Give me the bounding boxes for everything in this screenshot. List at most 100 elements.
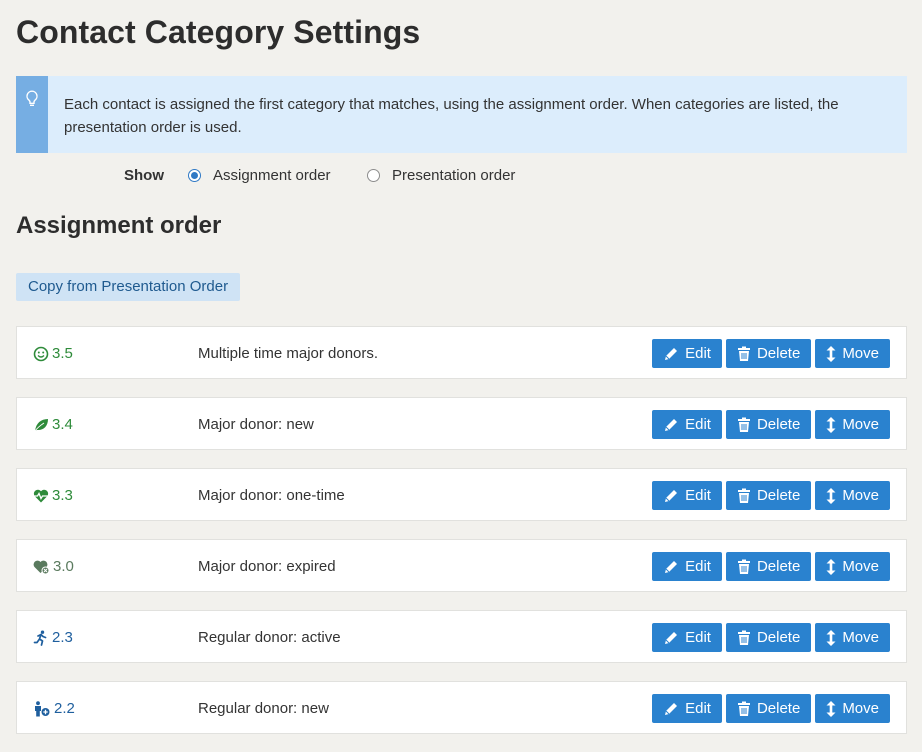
row-actions: Edit Delete Move	[652, 481, 890, 510]
presentation-order-label[interactable]: Presentation order	[392, 167, 515, 184]
move-button[interactable]: Move	[815, 694, 890, 723]
category-number: 3.3	[52, 487, 73, 504]
edit-label: Edit	[685, 558, 711, 575]
category-description: Major donor: expired	[198, 558, 336, 575]
section-title: Assignment order	[16, 212, 222, 239]
arrows-vertical-icon	[826, 416, 836, 433]
delete-label: Delete	[756, 558, 801, 575]
category-row: 2.2 Regular donor: new Edit Delete Move	[16, 681, 907, 734]
edit-button[interactable]: Edit	[652, 410, 722, 439]
move-label: Move	[842, 416, 879, 433]
arrows-vertical-icon	[826, 558, 836, 575]
help-box: Each contact is assigned the first categ…	[16, 76, 907, 153]
trash-icon	[737, 701, 751, 717]
edit-label: Edit	[685, 629, 711, 646]
category-number: 3.5	[52, 345, 73, 362]
show-label: Show	[124, 167, 164, 184]
delete-label: Delete	[756, 700, 801, 717]
category-code: 3.4	[33, 416, 73, 433]
trash-icon	[737, 559, 751, 575]
delete-button[interactable]: Delete	[725, 410, 812, 439]
category-row: 3.0 Major donor: expired Edit Delete Mov…	[16, 539, 907, 592]
category-list: 3.5 Multiple time major donors. Edit Del…	[16, 326, 907, 752]
assignment-order-label[interactable]: Assignment order	[213, 167, 331, 184]
edit-label: Edit	[685, 416, 711, 433]
category-code: 3.0	[33, 558, 74, 575]
category-code: 3.5	[33, 345, 73, 362]
move-button[interactable]: Move	[815, 552, 890, 581]
delete-button[interactable]: Delete	[725, 552, 812, 581]
category-code: 2.3	[33, 629, 73, 646]
delete-button[interactable]: Delete	[725, 481, 812, 510]
category-description: Major donor: new	[198, 416, 314, 433]
delete-button[interactable]: Delete	[725, 694, 812, 723]
move-label: Move	[842, 629, 879, 646]
move-button[interactable]: Move	[815, 410, 890, 439]
pencil-icon	[663, 346, 679, 362]
heart-expired-icon	[33, 559, 50, 575]
edit-button[interactable]: Edit	[652, 623, 722, 652]
row-actions: Edit Delete Move	[652, 552, 890, 581]
copy-from-presentation-order-button[interactable]: Copy from Presentation Order	[16, 273, 241, 301]
category-code: 2.2	[33, 700, 75, 717]
edit-button[interactable]: Edit	[652, 694, 722, 723]
assignment-order-radio[interactable]	[188, 169, 201, 182]
show-options: Show Assignment order Presentation order	[0, 166, 922, 186]
row-actions: Edit Delete Move	[652, 623, 890, 652]
arrows-vertical-icon	[826, 700, 836, 717]
category-description: Regular donor: active	[198, 629, 341, 646]
category-code: 3.3	[33, 487, 73, 504]
arrows-vertical-icon	[826, 629, 836, 646]
move-label: Move	[842, 558, 879, 575]
category-row: 2.3 Regular donor: active Edit Delete Mo…	[16, 610, 907, 663]
row-actions: Edit Delete Move	[652, 339, 890, 368]
help-bar	[16, 76, 48, 153]
pencil-icon	[663, 488, 679, 504]
move-label: Move	[842, 700, 879, 717]
move-label: Move	[842, 487, 879, 504]
category-description: Regular donor: new	[198, 700, 329, 717]
page: Contact Category Settings Each contact i…	[0, 0, 922, 748]
move-button[interactable]: Move	[815, 339, 890, 368]
edit-button[interactable]: Edit	[652, 339, 722, 368]
move-label: Move	[842, 345, 879, 362]
delete-label: Delete	[756, 416, 801, 433]
edit-label: Edit	[685, 487, 711, 504]
move-button[interactable]: Move	[815, 481, 890, 510]
move-button[interactable]: Move	[815, 623, 890, 652]
trash-icon	[737, 417, 751, 433]
pencil-icon	[663, 559, 679, 575]
trash-icon	[737, 346, 751, 362]
category-description: Multiple time major donors.	[198, 345, 379, 362]
trash-icon	[737, 630, 751, 646]
category-description: Major donor: one-time	[198, 487, 345, 504]
help-text: Each contact is assigned the first categ…	[64, 96, 839, 136]
category-row: 3.5 Multiple time major donors. Edit Del…	[16, 326, 907, 379]
category-number: 2.3	[52, 629, 73, 646]
edit-label: Edit	[685, 700, 711, 717]
arrows-vertical-icon	[826, 487, 836, 504]
delete-label: Delete	[756, 345, 801, 362]
delete-button[interactable]: Delete	[725, 623, 812, 652]
page-title: Contact Category Settings	[16, 14, 421, 50]
smile-icon	[33, 346, 49, 362]
presentation-order-radio[interactable]	[367, 169, 380, 182]
pencil-icon	[663, 417, 679, 433]
pencil-icon	[663, 630, 679, 646]
edit-button[interactable]: Edit	[652, 481, 722, 510]
delete-label: Delete	[756, 629, 801, 646]
row-actions: Edit Delete Move	[652, 694, 890, 723]
pencil-icon	[663, 701, 679, 717]
person-plus-icon	[33, 700, 51, 717]
category-row: 3.4 Major donor: new Edit Delete Move	[16, 397, 907, 450]
heartbeat-icon	[33, 488, 49, 504]
trash-icon	[737, 488, 751, 504]
edit-button[interactable]: Edit	[652, 552, 722, 581]
category-row: 3.3 Major donor: one-time Edit Delete Mo…	[16, 468, 907, 521]
category-number: 3.4	[52, 416, 73, 433]
edit-label: Edit	[685, 345, 711, 362]
arrows-vertical-icon	[826, 345, 836, 362]
delete-button[interactable]: Delete	[725, 339, 812, 368]
delete-label: Delete	[756, 487, 801, 504]
category-number: 2.2	[54, 700, 75, 717]
